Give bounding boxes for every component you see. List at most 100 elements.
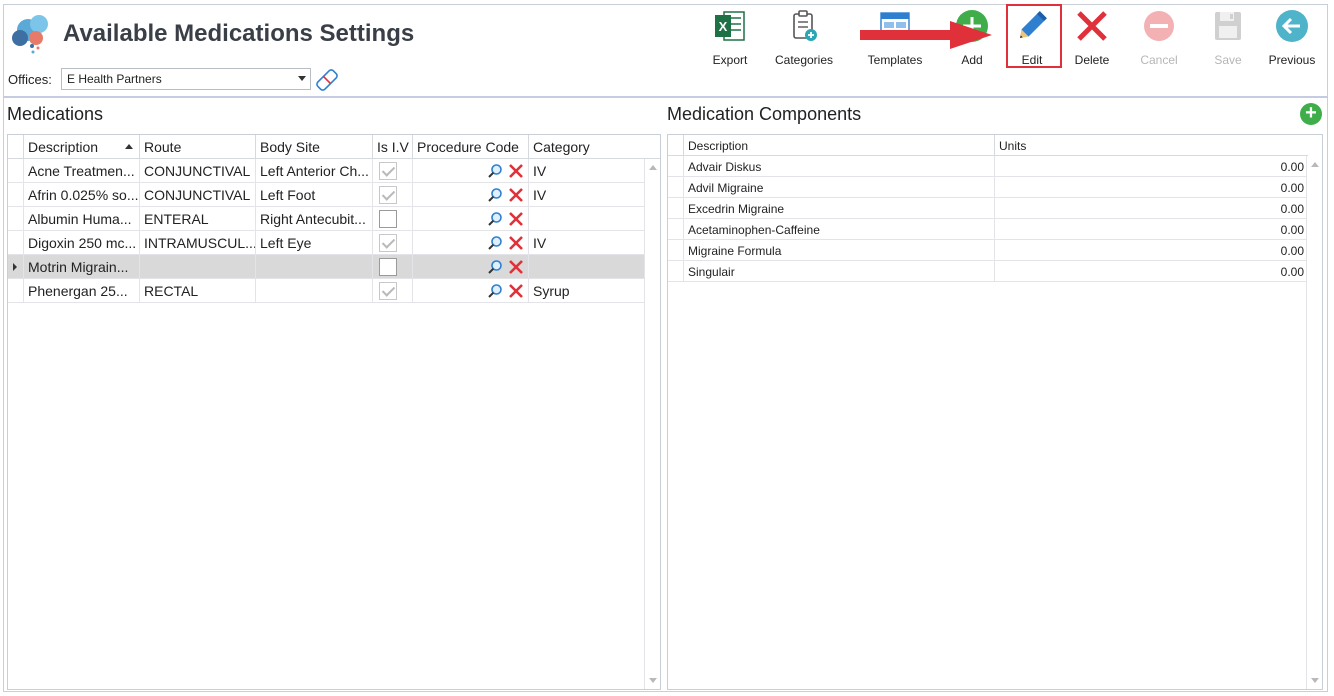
cell-is-iv [372,159,412,183]
scroll-up-icon[interactable] [1311,162,1319,167]
cell-procedure-code [412,183,528,207]
save-button[interactable]: Save [1196,8,1260,67]
back-arrow-icon [1276,10,1308,42]
table-row[interactable]: Advair Diskus 0.00 [668,156,1308,177]
eraser-icon[interactable] [313,67,341,93]
previous-button[interactable]: Previous [1260,8,1324,67]
cell-description[interactable]: Digoxin 250 mc... [23,231,139,255]
col-units[interactable]: Units [994,135,1308,156]
cell-component-description[interactable]: Advair Diskus [683,156,994,177]
row-indicator [8,183,23,207]
scroll-down-icon[interactable] [1311,678,1319,683]
cell-units[interactable]: 0.00 [994,177,1308,198]
search-icon[interactable] [487,235,503,251]
is-iv-checkbox[interactable] [379,282,397,300]
col-is-iv[interactable]: Is I.V [372,135,412,159]
delete-x-icon[interactable] [508,235,524,251]
cell-body-site[interactable] [255,279,372,303]
col-component-description[interactable]: Description [683,135,994,156]
cell-category[interactable]: IV [528,231,645,255]
is-iv-checkbox[interactable] [379,234,397,252]
scroll-down-icon[interactable] [649,678,657,683]
is-iv-checkbox[interactable] [379,210,397,228]
table-row[interactable]: Migraine Formula 0.00 [668,240,1308,261]
medications-scrollbar[interactable] [644,159,660,689]
table-row[interactable]: Albumin Huma... ENTERAL Right Antecubit... [8,207,645,231]
cell-units[interactable]: 0.00 [994,198,1308,219]
row-indicator [8,159,23,183]
cell-description[interactable]: Acne Treatmen... [23,159,139,183]
table-row[interactable]: Singulair 0.00 [668,261,1308,282]
offices-selected-value: E Health Partners [67,72,162,86]
save-label: Save [1214,53,1242,67]
cell-route[interactable]: CONJUNCTIVAL [139,159,255,183]
search-icon[interactable] [487,211,503,227]
delete-button[interactable]: Delete [1060,8,1124,67]
cell-route[interactable]: INTRAMUSCUL... [139,231,255,255]
is-iv-checkbox[interactable] [379,186,397,204]
col-description[interactable]: Description [23,135,139,159]
search-icon[interactable] [487,259,503,275]
cell-body-site[interactable]: Left Foot [255,183,372,207]
cell-body-site[interactable] [255,255,372,279]
cell-category[interactable] [528,207,645,231]
cell-route[interactable]: ENTERAL [139,207,255,231]
cell-description[interactable]: Motrin Migrain... [23,255,139,279]
categories-button[interactable]: Categories [772,8,836,67]
delete-x-icon[interactable] [508,187,524,203]
col-body-site[interactable]: Body Site [255,135,372,159]
add-component-icon[interactable]: + [1300,103,1322,125]
excel-icon: X [715,11,745,41]
cell-category[interactable] [528,255,645,279]
cancel-button[interactable]: Cancel [1127,8,1191,67]
components-scrollbar[interactable] [1306,156,1322,689]
cell-component-description[interactable]: Migraine Formula [683,240,994,261]
table-row[interactable]: Advil Migraine 0.00 [668,177,1308,198]
cell-category[interactable]: IV [528,183,645,207]
table-row[interactable]: Acetaminophen-Caffeine 0.00 [668,219,1308,240]
header-divider [3,96,1328,98]
delete-x-icon[interactable] [508,283,524,299]
col-category[interactable]: Category [528,135,645,159]
cell-category[interactable]: Syrup [528,279,645,303]
export-button[interactable]: X Export [698,8,762,67]
cell-units[interactable]: 0.00 [994,219,1308,240]
table-row[interactable]: Digoxin 250 mc... INTRAMUSCUL... Left Eye I… [8,231,645,255]
delete-x-icon[interactable] [508,211,524,227]
table-row[interactable]: Motrin Migrain... [8,255,645,279]
offices-dropdown[interactable]: E Health Partners [61,68,311,90]
cell-route[interactable]: RECTAL [139,279,255,303]
table-row[interactable]: Afrin 0.025% so... CONJUNCTIVAL Left Foot I… [8,183,645,207]
cell-category[interactable]: IV [528,159,645,183]
table-row[interactable]: Acne Treatmen... CONJUNCTIVAL Left Anterio… [8,159,645,183]
col-route[interactable]: Route [139,135,255,159]
cell-units[interactable]: 0.00 [994,240,1308,261]
cell-body-site[interactable]: Left Eye [255,231,372,255]
scroll-up-icon[interactable] [649,165,657,170]
cell-units[interactable]: 0.00 [994,261,1308,282]
cell-description[interactable]: Phenergan 25... [23,279,139,303]
cell-description[interactable]: Afrin 0.025% so... [23,183,139,207]
cell-component-description[interactable]: Excedrin Migraine [683,198,994,219]
table-row[interactable]: Excedrin Migraine 0.00 [668,198,1308,219]
is-iv-checkbox[interactable] [379,162,397,180]
cell-route[interactable] [139,255,255,279]
delete-x-icon[interactable] [508,163,524,179]
add-label: Add [961,53,983,67]
is-iv-checkbox[interactable] [379,258,397,276]
cell-route[interactable]: CONJUNCTIVAL [139,183,255,207]
col-procedure-code[interactable]: Procedure Code [412,135,528,159]
cell-procedure-code [412,207,528,231]
delete-x-icon[interactable] [508,259,524,275]
cell-component-description[interactable]: Acetaminophen-Caffeine [683,219,994,240]
cell-units[interactable]: 0.00 [994,156,1308,177]
search-icon[interactable] [487,283,503,299]
cell-description[interactable]: Albumin Huma... [23,207,139,231]
cell-component-description[interactable]: Advil Migraine [683,177,994,198]
cell-component-description[interactable]: Singulair [683,261,994,282]
cell-body-site[interactable]: Right Antecubit... [255,207,372,231]
search-icon[interactable] [487,187,503,203]
search-icon[interactable] [487,163,503,179]
table-row[interactable]: Phenergan 25... RECTAL Syrup [8,279,645,303]
cell-body-site[interactable]: Left Anterior Ch... [255,159,372,183]
